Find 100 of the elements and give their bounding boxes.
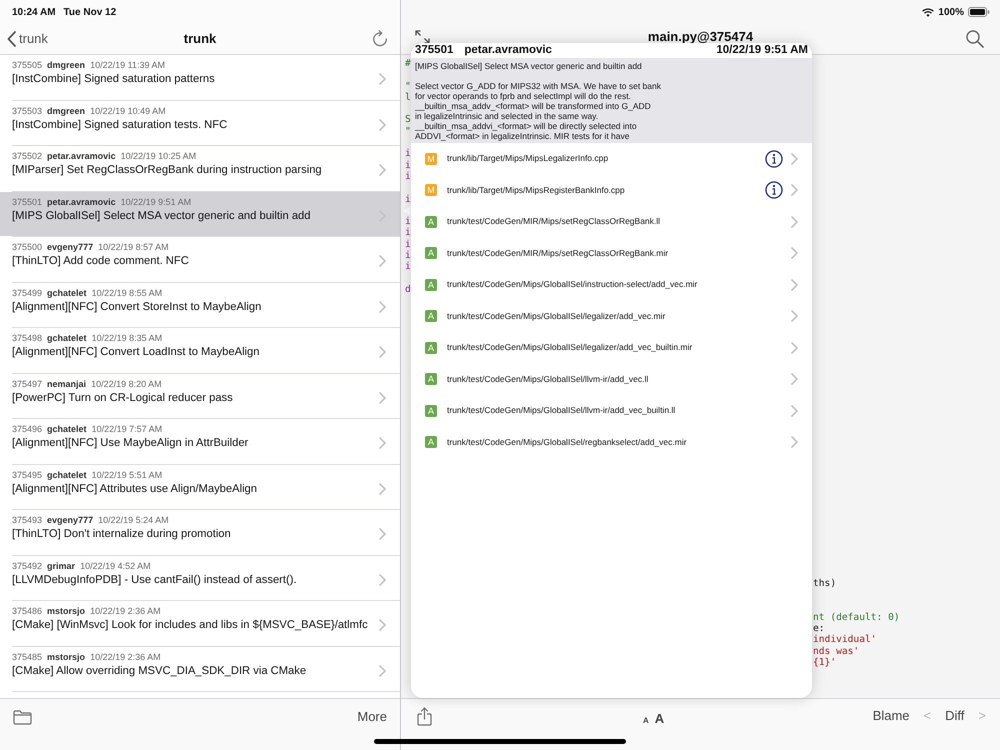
author-name: petar.avramovic	[47, 196, 116, 208]
chevron-right-icon	[379, 164, 386, 176]
code-text: i	[405, 160, 411, 171]
chevron-right-icon	[379, 574, 386, 586]
font-larger-button[interactable]: A	[654, 709, 664, 728]
chevron-right-icon	[379, 437, 386, 449]
code-text: i	[405, 238, 411, 250]
back-button[interactable]: trunk	[7, 29, 48, 49]
commit-id: 375500	[12, 241, 42, 253]
code-text: i	[405, 148, 411, 160]
commit-id: 375503	[12, 104, 42, 116]
file-status-badge: M	[425, 152, 437, 165]
author-name: grimar	[47, 560, 76, 572]
chevron-right-icon	[379, 482, 386, 494]
file-row[interactable]: A trunk/test/CodeGen/Mips/GlobalISel/regbankselect/add_vec.mir	[411, 426, 812, 458]
author-name: nemanjai	[47, 378, 86, 390]
code-text: i	[405, 261, 411, 273]
commit-title: [Alignment][NFC] Use MaybeAlign in AttrBuilder	[12, 436, 248, 451]
file-status-badge: A	[425, 404, 437, 417]
battery-icon	[968, 7, 990, 17]
folder-icon[interactable]	[13, 710, 32, 725]
nav-title: trunk	[184, 30, 216, 48]
refresh-icon[interactable]	[372, 30, 388, 48]
info-icon[interactable]	[765, 150, 783, 168]
file-row[interactable]: A trunk/test/CodeGen/MIR/Mips/setRegClassOrRegBank.mir	[411, 238, 812, 269]
file-status-badge: M	[425, 184, 437, 196]
file-row[interactable]: A trunk/test/CodeGen/MIR/Mips/setRegClassOrRegBank.ll	[411, 206, 812, 238]
info-icon[interactable]	[765, 181, 783, 200]
toolbar-action-button[interactable]: Blame	[872, 708, 910, 724]
file-status-badge: A	[425, 373, 437, 386]
author-name: dmgreen	[47, 59, 86, 71]
file-row[interactable]: A trunk/test/CodeGen/Mips/GlobalISel/instruction-select/add_vec.mir	[411, 269, 812, 300]
author-name: evgeny777	[47, 241, 94, 253]
commit-id: 375499	[12, 286, 42, 298]
commit-date: 10/22/19 11:39 AM	[90, 59, 165, 71]
file-path: trunk/test/CodeGen/Mips/GlobalISel/llvm-ir/add_vec.ll	[447, 374, 648, 385]
commit-id: 375505	[12, 59, 42, 71]
code-text: i	[405, 194, 411, 205]
chevron-right-icon	[791, 436, 798, 448]
chevron-right-icon	[379, 346, 386, 358]
file-path: trunk/lib/Target/Mips/MipsRegisterBankInfo.cpp	[447, 184, 625, 196]
commit-title: [ThinLTO] Don't internalize during promotion	[12, 527, 231, 542]
commit-title: [Alignment][NFC] Attributes use Align/MaybeAlign	[12, 482, 257, 496]
chevron-right-icon	[791, 404, 798, 417]
commit-row[interactable]: 375501 petar.avramovic 10/22/19 9:51 AM [MIPS GlobalISel] Select MSA vector generic and builtin add	[0, 192, 400, 236]
code-text: #	[405, 58, 411, 70]
chevron-right-icon	[791, 247, 798, 260]
expand-icon[interactable]	[415, 30, 430, 44]
author-name: mstorsjo	[47, 605, 86, 617]
file-status-badge: A	[425, 216, 437, 228]
toolbar-action-button[interactable]: Diff	[945, 708, 964, 724]
commit-id: 375502	[12, 150, 42, 162]
file-path: trunk/test/CodeGen/MIR/Mips/setRegClassOrRegBank.mir	[447, 248, 668, 259]
chevron-right-icon	[379, 73, 386, 85]
code-text: l	[405, 92, 411, 104]
commit-date: 10/22/19 2:36 AM	[90, 605, 161, 617]
file-path: trunk/test/CodeGen/MIR/Mips/setRegClassOrRegBank.ll	[447, 216, 660, 228]
file-path: trunk/test/CodeGen/Mips/GlobalISel/regbankselect/add_vec.mir	[447, 436, 687, 448]
commit-title: [CMake] Allow overriding MSVC_DIA_SDK_DIR via CMake	[12, 664, 306, 678]
file-row[interactable]: A trunk/test/CodeGen/Mips/GlobalISel/legalizer/add_vec.mir	[411, 300, 812, 332]
code-text: {1}'	[813, 656, 836, 668]
author-name: evgeny777	[47, 514, 94, 526]
commit-id: 375501	[12, 196, 42, 208]
commit-date: 10/22/19 4:52 AM	[80, 560, 151, 572]
chevron-right-icon	[379, 392, 386, 404]
file-path: trunk/test/CodeGen/Mips/GlobalISel/legalizer/add_vec_builtin.mir	[447, 342, 692, 354]
code-text: "	[405, 80, 411, 92]
commit-title: [PowerPC] Turn on CR-Logical reducer pass	[12, 390, 233, 406]
code-text: i	[405, 170, 411, 182]
commit-title: [MIParser] Set RegClassOrRegBank during instruction parsing	[12, 163, 322, 178]
file-row[interactable]: A trunk/test/CodeGen/Mips/GlobalISel/llvm-ir/add_vec_builtin.ll	[411, 395, 812, 426]
code-text: nt (default: 0)	[813, 612, 900, 623]
commit-id: 375501	[415, 43, 454, 58]
file-row[interactable]: M trunk/lib/Target/Mips/MipsRegisterBankInfo.cpp	[411, 174, 812, 206]
commit-date: 10/22/19 8:55 AM	[92, 286, 162, 298]
file-row[interactable]: A trunk/test/CodeGen/Mips/GlobalISel/llvm-ir/add_vec.ll	[411, 364, 812, 395]
chevron-right-icon	[791, 152, 798, 165]
author-name: petar.avramovic	[464, 43, 552, 58]
share-icon[interactable]	[417, 707, 432, 726]
code-text: d	[405, 284, 411, 296]
commit-title: [InstCombine] Signed saturation patterns	[12, 72, 215, 87]
file-row[interactable]: M trunk/lib/Target/Mips/MipsLegalizerInfo.cpp	[411, 143, 812, 174]
chevron-right-icon	[379, 118, 386, 130]
file-path: trunk/test/CodeGen/Mips/GlobalISel/legalizer/add_vec.mir	[447, 310, 666, 322]
code-text: ths)	[813, 578, 836, 590]
commit-title: [MIPS GlobalISel] Select MSA vector generic and builtin add	[12, 208, 310, 224]
commit-id: 375498	[12, 332, 42, 344]
commit-title: [Alignment][NFC] Convert LoadInst to MaybeAlign	[12, 345, 260, 360]
file-row[interactable]: A trunk/test/CodeGen/Mips/GlobalISel/legalizer/add_vec_builtin.mir	[411, 332, 812, 364]
author-name: petar.avramovic	[47, 150, 116, 162]
more-button[interactable]: More	[357, 709, 387, 725]
commit-date: 10/22/19 2:36 AM	[90, 650, 161, 662]
commit-date: 10/22/19 10:25 AM	[120, 150, 196, 162]
file-status-badge: A	[425, 342, 437, 354]
commit-date: 10/22/19 8:35 AM	[92, 332, 162, 344]
font-smaller-button[interactable]: A	[643, 715, 649, 727]
chevron-right-icon	[791, 278, 798, 291]
search-icon[interactable]	[966, 30, 984, 48]
chevron-right-icon	[379, 619, 386, 631]
code-text: S	[405, 114, 411, 126]
